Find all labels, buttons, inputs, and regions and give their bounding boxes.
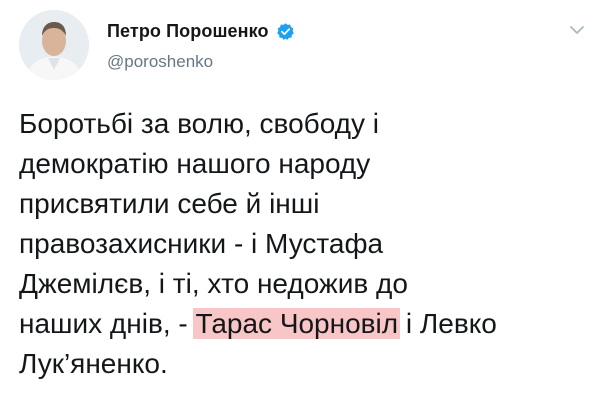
verified-badge-icon (276, 22, 294, 40)
tweet-text-line: Боротьбі за волю, свободу і (19, 108, 379, 139)
name-row: Петро Порошенко (107, 18, 295, 44)
tweet-text-line: Лук’яненко. (19, 348, 168, 379)
chevron-down-icon[interactable] (569, 24, 585, 36)
tweet-text-line: присвятили себе й інші (19, 188, 320, 219)
avatar[interactable] (19, 10, 89, 80)
tweet-text-line: правозахисники - і Мустафа (19, 228, 384, 259)
tweet-text-line: Джемілєв, і ті, хто недожив до (19, 268, 408, 299)
tweet-text-line: наших днів, - Тарас Чорновіл і Левко (19, 304, 594, 344)
highlighted-name: Тарас Чорновіл (193, 308, 401, 339)
tweet-text-segment: наших днів, - (19, 308, 196, 339)
handle[interactable]: @poroshenko (107, 52, 295, 72)
tweet-text-line: демократію нашого народу (19, 148, 371, 179)
tweet-text-segment: і Левко (398, 308, 497, 339)
avatar-photo (19, 10, 89, 80)
tweet-text: Боротьбі за волю, свободу і демократію н… (19, 104, 594, 384)
tweet-card: Петро Порошенко @poroshenko Боротьбі за … (0, 0, 604, 417)
display-name[interactable]: Петро Порошенко (107, 21, 269, 42)
author-block: Петро Порошенко @poroshenko (107, 18, 295, 72)
